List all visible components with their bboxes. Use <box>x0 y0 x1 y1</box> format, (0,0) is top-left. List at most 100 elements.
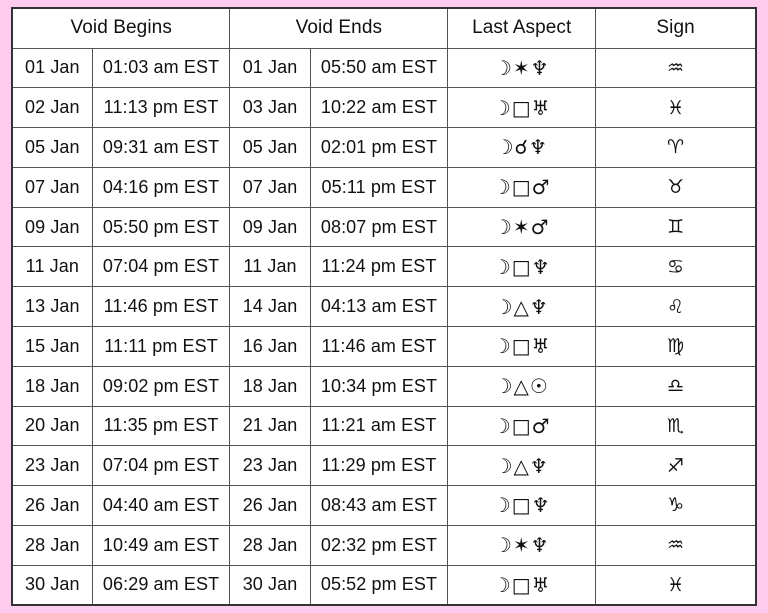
void-begin-time: 09:31 am EST <box>91 127 231 168</box>
zodiac-sign-symbol: ♍ <box>595 325 757 367</box>
table-row: 11 Jan 07:04 pm EST 11 Jan 11:24 pm EST ☽□♆ ♋ <box>11 246 757 288</box>
zodiac-sign-symbol: ♊ <box>595 206 757 248</box>
void-begin-date: 07 Jan <box>11 166 93 208</box>
last-aspect-symbol: ☽□♂ <box>447 166 597 208</box>
void-end-time: 04:13 am EST <box>309 286 449 327</box>
void-begin-time: 11:11 pm EST <box>91 325 231 367</box>
void-begin-date: 01 Jan <box>11 47 93 89</box>
table-body: 01 Jan 01:03 am EST 01 Jan 05:50 am EST ☽✶♆ ♒… <box>11 47 757 606</box>
zodiac-sign-symbol: ♒ <box>595 524 757 566</box>
void-end-date: 30 Jan <box>229 564 311 606</box>
void-end-date: 28 Jan <box>229 524 311 566</box>
table-row: 02 Jan 11:13 pm EST 03 Jan 10:22 am EST ☽□♅ ♓ <box>11 87 757 129</box>
table-row: 26 Jan 04:40 am EST 26 Jan 08:43 am EST ☽□♆ ♑ <box>11 485 757 526</box>
void-begin-time: 04:40 am EST <box>91 485 231 526</box>
void-end-date: 21 Jan <box>229 405 311 447</box>
void-begin-date: 13 Jan <box>11 286 93 327</box>
void-begin-date: 20 Jan <box>11 405 93 447</box>
zodiac-sign-symbol: ♒ <box>595 47 757 89</box>
last-aspect-symbol: ☽△♆ <box>447 445 597 487</box>
table-row: 28 Jan 10:49 am EST 28 Jan 02:32 pm EST ☽✶♆ ♒ <box>11 524 757 566</box>
table-row: 01 Jan 01:03 am EST 01 Jan 05:50 am EST ☽✶♆ ♒ <box>11 47 757 89</box>
void-begin-time: 06:29 am EST <box>91 564 231 606</box>
last-aspect-symbol: ☽✶♆ <box>447 47 597 89</box>
table-row: 23 Jan 07:04 pm EST 23 Jan 11:29 pm EST ☽△♆ ♐ <box>11 445 757 487</box>
zodiac-sign-symbol: ♓ <box>595 87 757 129</box>
void-end-time: 11:46 am EST <box>309 325 449 367</box>
void-begin-time: 11:46 pm EST <box>91 286 231 327</box>
table-row: 07 Jan 04:16 pm EST 07 Jan 05:11 pm EST ☽□♂ ♉ <box>11 166 757 208</box>
void-end-date: 03 Jan <box>229 87 311 129</box>
zodiac-sign-symbol: ♑ <box>595 485 757 526</box>
void-begin-time: 04:16 pm EST <box>91 166 231 208</box>
column-header-sign: Sign <box>595 7 757 49</box>
last-aspect-symbol: ☽□♂ <box>447 405 597 447</box>
zodiac-sign-symbol: ♎ <box>595 365 757 407</box>
table-row: 05 Jan 09:31 am EST 05 Jan 02:01 pm EST ☽☌♆ ♈ <box>11 127 757 168</box>
void-begin-date: 23 Jan <box>11 445 93 487</box>
zodiac-sign-symbol: ♏ <box>595 405 757 447</box>
void-of-course-moon-table: Void Begins Void Ends Last Aspect Sign 0… <box>11 7 757 606</box>
void-begin-time: 11:13 pm EST <box>91 87 231 129</box>
void-begin-time: 01:03 am EST <box>91 47 231 89</box>
zodiac-sign-symbol: ♈ <box>595 127 757 168</box>
table-row: 20 Jan 11:35 pm EST 21 Jan 11:21 am EST ☽□♂ ♏ <box>11 405 757 447</box>
void-end-time: 05:52 pm EST <box>309 564 449 606</box>
void-end-time: 11:24 pm EST <box>309 246 449 288</box>
void-end-time: 05:11 pm EST <box>309 166 449 208</box>
void-begin-time: 11:35 pm EST <box>91 405 231 447</box>
table-row: 09 Jan 05:50 pm EST 09 Jan 08:07 pm EST ☽✶♂ ♊ <box>11 206 757 248</box>
void-end-time: 11:29 pm EST <box>309 445 449 487</box>
zodiac-sign-symbol: ♓ <box>595 564 757 606</box>
void-end-time: 02:32 pm EST <box>309 524 449 566</box>
table-header: Void Begins Void Ends Last Aspect Sign <box>11 7 757 49</box>
void-end-time: 05:50 am EST <box>309 47 449 89</box>
table-row: 30 Jan 06:29 am EST 30 Jan 05:52 pm EST ☽□♅ ♓ <box>11 564 757 606</box>
void-end-date: 23 Jan <box>229 445 311 487</box>
zodiac-sign-symbol: ♐ <box>595 445 757 487</box>
table-row: 18 Jan 09:02 pm EST 18 Jan 10:34 pm EST ☽△☉ ♎ <box>11 365 757 407</box>
void-begin-date: 18 Jan <box>11 365 93 407</box>
void-begin-date: 30 Jan <box>11 564 93 606</box>
page-background: Void Begins Void Ends Last Aspect Sign 0… <box>0 0 768 613</box>
void-end-date: 26 Jan <box>229 485 311 526</box>
void-begin-time: 09:02 pm EST <box>91 365 231 407</box>
void-begin-date: 26 Jan <box>11 485 93 526</box>
void-begin-date: 11 Jan <box>11 246 93 288</box>
void-begin-date: 28 Jan <box>11 524 93 566</box>
last-aspect-symbol: ☽△♆ <box>447 286 597 327</box>
zodiac-sign-symbol: ♋ <box>595 246 757 288</box>
last-aspect-symbol: ☽✶♆ <box>447 524 597 566</box>
void-end-date: 05 Jan <box>229 127 311 168</box>
void-begin-time: 07:04 pm EST <box>91 246 231 288</box>
void-end-date: 16 Jan <box>229 325 311 367</box>
last-aspect-symbol: ☽□♅ <box>447 87 597 129</box>
void-begin-date: 09 Jan <box>11 206 93 248</box>
void-end-date: 07 Jan <box>229 166 311 208</box>
column-header-void-begins: Void Begins <box>11 7 231 49</box>
zodiac-sign-symbol: ♌ <box>595 286 757 327</box>
last-aspect-symbol: ☽□♆ <box>447 246 597 288</box>
void-end-time: 10:34 pm EST <box>309 365 449 407</box>
zodiac-sign-symbol: ♉ <box>595 166 757 208</box>
last-aspect-symbol: ☽□♅ <box>447 325 597 367</box>
void-begin-time: 05:50 pm EST <box>91 206 231 248</box>
void-end-time: 08:43 am EST <box>309 485 449 526</box>
void-end-date: 14 Jan <box>229 286 311 327</box>
void-end-time: 08:07 pm EST <box>309 206 449 248</box>
void-end-date: 11 Jan <box>229 246 311 288</box>
last-aspect-symbol: ☽□♅ <box>447 564 597 606</box>
table-row: 15 Jan 11:11 pm EST 16 Jan 11:46 am EST ☽□♅ ♍ <box>11 325 757 367</box>
void-end-date: 18 Jan <box>229 365 311 407</box>
void-end-time: 11:21 am EST <box>309 405 449 447</box>
void-end-time: 02:01 pm EST <box>309 127 449 168</box>
header-row: Void Begins Void Ends Last Aspect Sign <box>11 7 757 49</box>
void-end-time: 10:22 am EST <box>309 87 449 129</box>
column-header-void-ends: Void Ends <box>229 7 449 49</box>
void-begin-date: 02 Jan <box>11 87 93 129</box>
column-header-last-aspect: Last Aspect <box>447 7 597 49</box>
table-row: 13 Jan 11:46 pm EST 14 Jan 04:13 am EST ☽△♆ ♌ <box>11 286 757 327</box>
last-aspect-symbol: ☽✶♂ <box>447 206 597 248</box>
last-aspect-symbol: ☽□♆ <box>447 485 597 526</box>
void-end-date: 09 Jan <box>229 206 311 248</box>
